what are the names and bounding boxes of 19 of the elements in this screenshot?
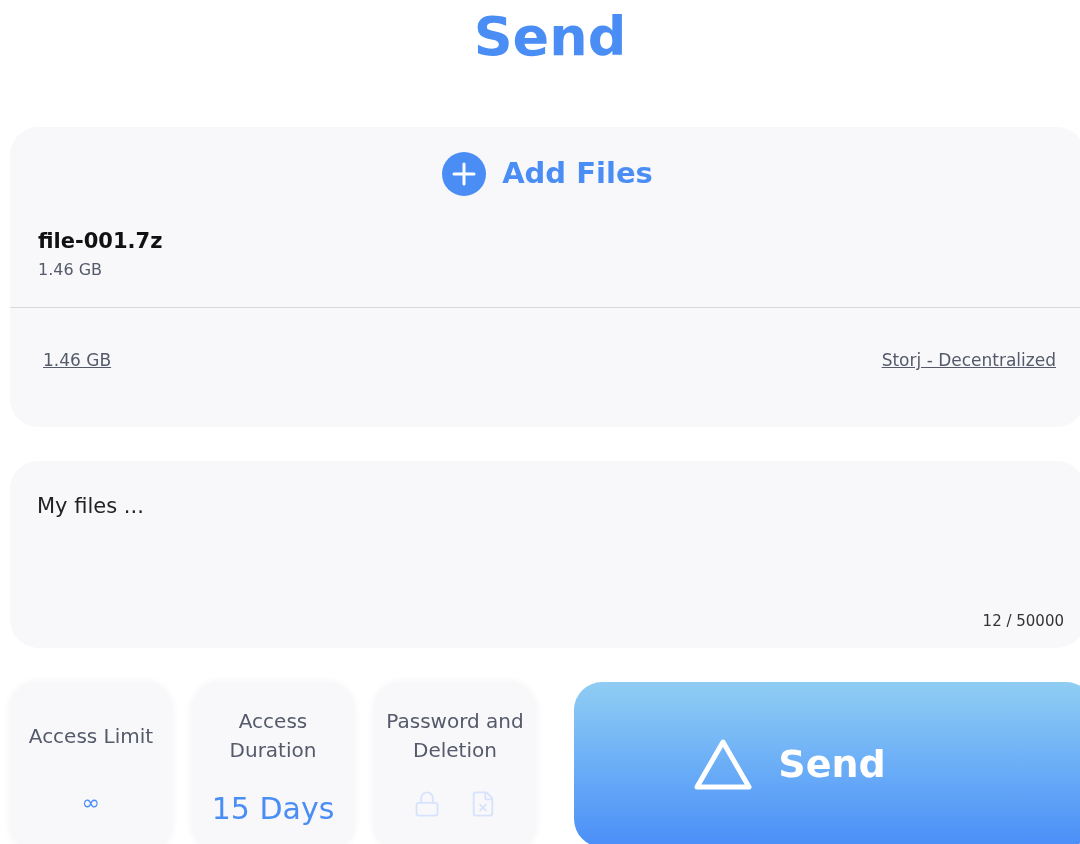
lock-icon[interactable]	[413, 790, 441, 818]
character-counter: 12 / 50000	[982, 610, 1064, 632]
triangle-icon	[692, 736, 755, 793]
file-name: file-001.7z	[38, 228, 164, 255]
option-card[interactable]: Access Limit ∞	[10, 682, 172, 844]
total-size-link[interactable]: 1.46 GB	[43, 348, 112, 374]
storage-link[interactable]: Storj - Decentralized	[881, 348, 1056, 374]
option-value: ∞	[81, 789, 101, 817]
option-label: Access Duration	[228, 708, 318, 764]
plus-circle-icon	[442, 152, 487, 196]
option-label: Password and Deletion	[385, 708, 525, 764]
message-field[interactable]: My files ... 12 / 50000	[10, 461, 1080, 648]
option-card[interactable]: Access Duration 15 Days	[192, 682, 354, 844]
file-size: 1.46 GB	[38, 258, 104, 281]
option-card[interactable]: Password and Deletion	[374, 682, 536, 844]
message-text: My files ...	[37, 493, 145, 520]
option-label: Access Limit	[27, 722, 155, 750]
option-value: 15 Days	[211, 790, 335, 828]
page-title: Send	[473, 4, 627, 70]
